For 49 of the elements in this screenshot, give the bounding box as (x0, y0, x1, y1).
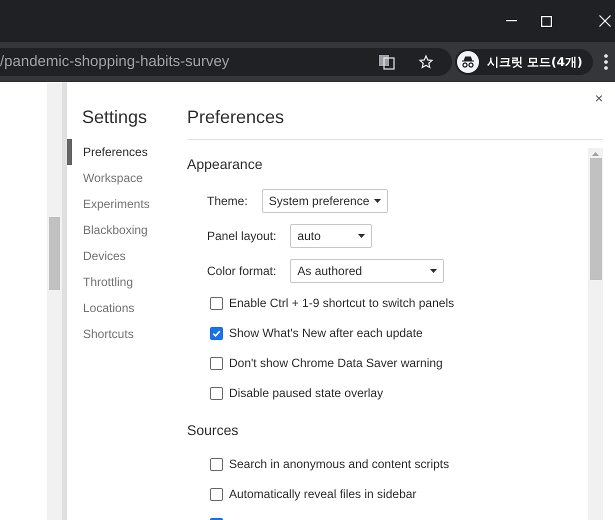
dropdown[interactable]: As authored (290, 258, 444, 282)
sidebar-tab[interactable]: Throttling (67, 269, 187, 295)
caret-icon (430, 268, 438, 272)
sidebar-tab[interactable]: Experiments (67, 191, 187, 217)
setting-label: Panel layout: (207, 228, 276, 244)
caret-icon (358, 234, 366, 238)
minimize-icon[interactable] (506, 20, 517, 22)
caret-icon (374, 198, 381, 202)
sidebar-tab[interactable]: Locations (67, 295, 187, 321)
sidebar-tab[interactable]: Devices (67, 243, 187, 269)
checkbox-label: Show What's New after each update (229, 325, 423, 342)
checkbox[interactable] (210, 386, 223, 400)
section-title: Appearance (187, 155, 264, 174)
incognito-icon (457, 51, 479, 73)
checkbox[interactable] (210, 296, 223, 310)
settings-title: Settings (81, 106, 148, 129)
close-button[interactable]: × (594, 88, 603, 109)
sidebar-tab[interactable]: Blackboxing (67, 217, 187, 243)
checkbox[interactable] (210, 326, 223, 340)
setting-label: Color format: (207, 262, 276, 280)
url-text: /pandemic-shopping-habits-survey (0, 52, 230, 72)
sidebar-tab[interactable]: Shortcuts (67, 321, 187, 347)
checkbox-label: Search in anonymous and content scripts (229, 456, 450, 473)
star-icon[interactable] (418, 54, 434, 70)
page-scrollbar[interactable] (47, 82, 62, 520)
address-bar[interactable]: /pandemic-shopping-habits-survey (0, 48, 452, 76)
close-icon[interactable] (599, 15, 611, 27)
panel-heading: Preferences (187, 106, 284, 129)
checkbox-label: Don't show Chrome Data Saver warning (229, 355, 443, 372)
settings-scrollbar[interactable] (588, 148, 603, 520)
dropdown[interactable]: auto (290, 224, 372, 248)
scrollbar-thumb[interactable] (49, 217, 60, 290)
translate-icon[interactable] (379, 54, 395, 70)
section-title: Sources (187, 421, 240, 440)
incognito-label: 시크릿 모드(4개) (487, 54, 582, 71)
checkbox[interactable] (210, 356, 223, 370)
dropdown[interactable]: System preference (262, 188, 388, 212)
scrollbar-thumb[interactable] (590, 158, 602, 280)
checkbox-label: Disable paused state overlay (229, 385, 384, 402)
maximize-icon[interactable] (541, 16, 552, 26)
sidebar-tab[interactable]: Workspace (67, 165, 187, 191)
checkbox-label: Automatically reveal files in sidebar (229, 486, 416, 503)
sidebar-tab[interactable]: Preferences (67, 139, 187, 165)
setting-label: Theme: (207, 192, 248, 210)
menu-icon[interactable] (604, 54, 608, 70)
checkbox[interactable] (210, 488, 223, 500)
checkbox[interactable] (210, 458, 223, 470)
checkbox-label: Enable Ctrl + 1-9 shortcut to switch panels (229, 295, 454, 312)
incognito-button[interactable]: 시크릿 모드(4개) (455, 49, 592, 75)
